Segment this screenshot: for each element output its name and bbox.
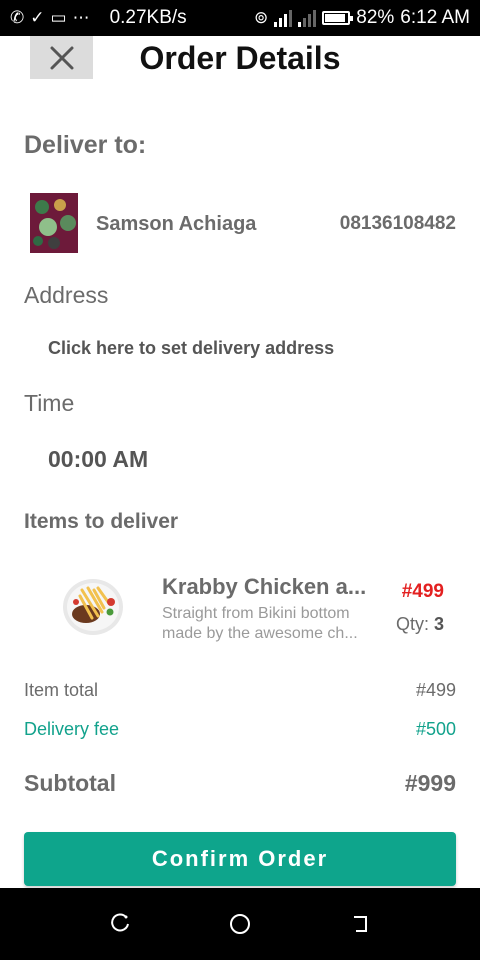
- set-address-link[interactable]: Click here to set delivery address: [48, 338, 334, 359]
- page-title-text: Order Details: [139, 40, 341, 76]
- customer-phone[interactable]: 08136108482: [340, 213, 456, 235]
- home-icon: [230, 914, 250, 934]
- deliver-to-label: Deliver to:: [24, 131, 147, 159]
- battery-percent: 82%: [356, 7, 395, 28]
- item-description-line2: made by the awesome ch...: [162, 625, 358, 642]
- address-label: Address: [24, 282, 109, 308]
- close-icon: [50, 46, 73, 69]
- item-total-label: Item total: [24, 680, 99, 700]
- network-speed: 0.27KB/s: [109, 7, 187, 28]
- subtotal-value: #999: [404, 770, 456, 796]
- back-icon: [352, 916, 367, 933]
- item-description: Straight from Bikini bottom made by the …: [162, 604, 372, 644]
- item-quantity: Qty: 3: [396, 614, 444, 635]
- status-icons-left: ✆ ✓ ▭ ⋯ 0.27KB/s: [10, 7, 187, 29]
- signal-2-icon: [298, 9, 317, 27]
- item-name: Krabby Chicken a...: [162, 574, 367, 599]
- confirm-order-button[interactable]: Confirm Order: [24, 832, 456, 886]
- item-qty-value: 3: [433, 614, 444, 634]
- status-bar: ✆ ✓ ▭ ⋯ 0.27KB/s ⊚ 82% 6:12 AM: [0, 0, 480, 36]
- battery-level: [325, 14, 345, 22]
- cast-icon: ▭: [50, 8, 67, 27]
- customer-name: Samson Achiaga: [96, 213, 257, 235]
- recent-apps-button[interactable]: [105, 909, 135, 939]
- subtotal-label: Subtotal: [24, 770, 116, 796]
- item-description-line1: Straight from Bikini bottom: [162, 605, 350, 622]
- more-notifications-icon: ⋯: [72, 8, 90, 27]
- food-image: [62, 576, 124, 636]
- time-value[interactable]: 00:00 AM: [48, 446, 148, 473]
- back-button[interactable]: [345, 909, 375, 939]
- check-icon: ✓: [30, 8, 45, 27]
- recent-apps-icon: [111, 913, 129, 932]
- item-total-value: #499: [415, 680, 456, 700]
- whatsapp-icon: ✆: [10, 8, 25, 27]
- home-button[interactable]: [225, 909, 255, 939]
- time-label: Time: [24, 390, 75, 416]
- signal-icon: [274, 9, 293, 27]
- items-label: Items to deliver: [24, 510, 179, 533]
- hotspot-icon: ⊚: [254, 8, 269, 27]
- item-qty-label: Qty:: [395, 614, 429, 634]
- navigation-bar: [0, 888, 480, 960]
- item-price: #499: [401, 581, 444, 602]
- clock: 6:12 AM: [400, 7, 470, 28]
- avatar: [30, 193, 78, 253]
- delivery-fee-value: #500: [415, 719, 456, 739]
- close-button[interactable]: [30, 36, 93, 79]
- page-title: Order Details: [100, 40, 480, 77]
- status-icons-right: ⊚ 82% 6:12 AM: [254, 7, 470, 29]
- delivery-fee-label: Delivery fee: [24, 719, 120, 739]
- battery-icon: [322, 11, 354, 25]
